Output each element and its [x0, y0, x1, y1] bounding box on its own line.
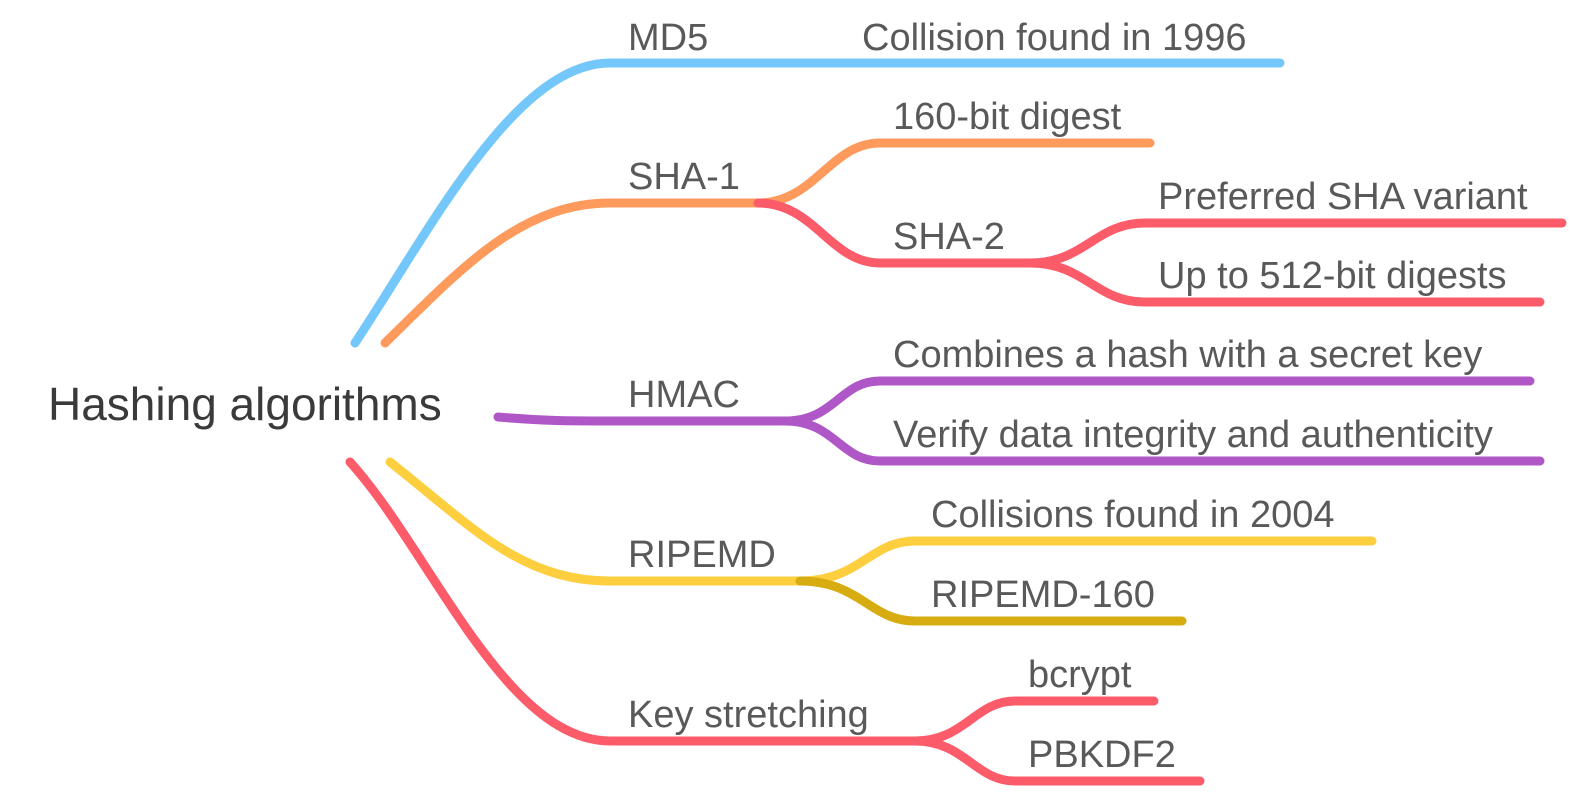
node-md5: MD5 — [628, 17, 708, 59]
node-keystretch-pbkdf2: PBKDF2 — [1028, 734, 1176, 776]
node-hmac-combines: Combines a hash with a secret key — [893, 334, 1482, 376]
edge-sha1-160bit — [753, 138, 1155, 208]
node-keystretch: Key stretching — [628, 694, 869, 736]
mind-map: Hashing algorithms MD5 Collision found i… — [48, 17, 1567, 786]
node-sha2: SHA-2 — [893, 216, 1005, 258]
node-md5-collision: Collision found in 1996 — [862, 17, 1247, 59]
node-keystretch-bcrypt: bcrypt — [1028, 654, 1132, 696]
node-ripemd: RIPEMD — [628, 534, 776, 576]
node-ripemd-160: RIPEMD-160 — [931, 574, 1155, 616]
node-sha1: SHA-1 — [628, 156, 740, 198]
node-sha2-preferred: Preferred SHA variant — [1158, 176, 1528, 218]
edge-root-hmac — [493, 412, 790, 426]
node-sha1-160bit: 160-bit digest — [893, 96, 1122, 138]
node-hmac-verify: Verify data integrity and authenticity — [893, 414, 1493, 456]
node-sha2-512bit: Up to 512-bit digests — [1158, 255, 1507, 297]
node-ripemd-collisions: Collisions found in 2004 — [931, 494, 1335, 536]
root-node: Hashing algorithms — [48, 378, 442, 430]
node-hmac: HMAC — [628, 374, 740, 416]
edge-root-sha1 — [380, 198, 763, 348]
